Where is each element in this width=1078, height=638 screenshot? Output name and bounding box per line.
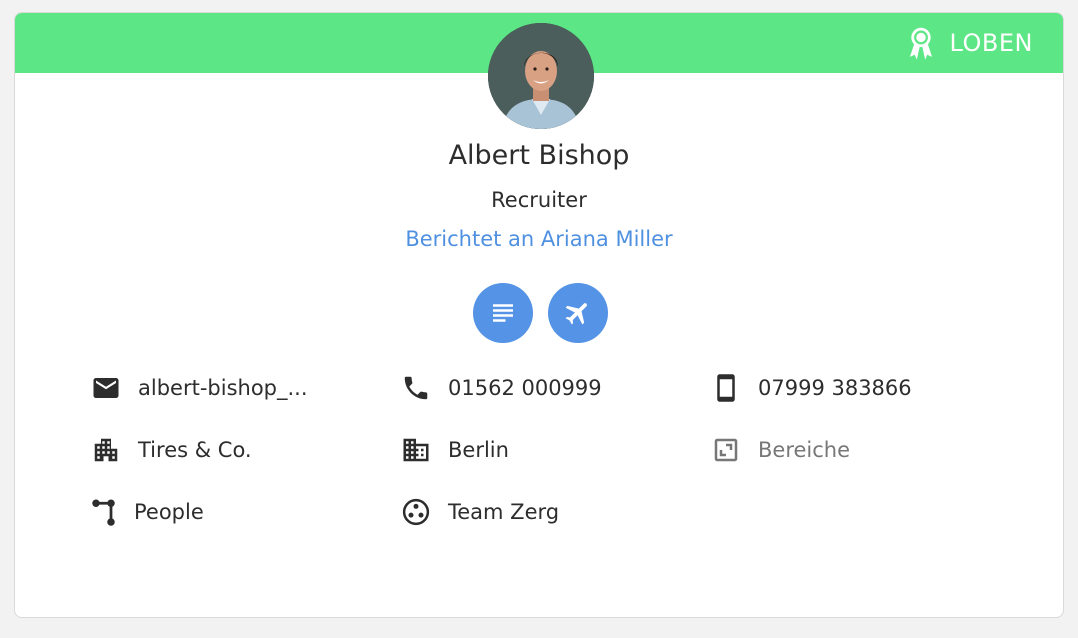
department-value: People	[134, 500, 204, 524]
department-item: People	[90, 495, 204, 529]
company-value: Tires & Co.	[138, 438, 252, 462]
avatar	[488, 23, 594, 129]
notes-icon	[493, 304, 513, 322]
absence-button[interactable]	[548, 283, 608, 343]
phone-item[interactable]: 01562 000999	[400, 371, 602, 405]
team-value: Team Zerg	[448, 500, 560, 524]
expand-area-icon	[710, 434, 742, 466]
email-value: albert-bishop_...	[138, 376, 308, 400]
phone-value: 01562 000999	[448, 376, 602, 400]
smartphone-icon	[710, 372, 742, 404]
employee-name: Albert Bishop	[448, 140, 630, 171]
praise-button[interactable]: LOBEN	[904, 23, 1034, 63]
areas-value: Bereiche	[758, 438, 851, 462]
location-value: Berlin	[448, 438, 509, 462]
team-icon	[400, 496, 432, 528]
airplane-icon	[565, 303, 587, 325]
praise-label: LOBEN	[949, 29, 1033, 57]
profile-card: LOBEN Albert Bishop Recruiter Berichtet …	[14, 12, 1064, 618]
org-structure-icon	[90, 496, 122, 528]
reports-to-link[interactable]: Berichtet an Ariana Miller	[405, 227, 672, 251]
building-icon	[90, 434, 122, 466]
company-item: Tires & Co.	[90, 433, 252, 467]
email-icon	[90, 372, 122, 404]
mobile-value: 07999 383866	[758, 376, 912, 400]
team-item: Team Zerg	[400, 495, 559, 529]
areas-item[interactable]: Bereiche	[710, 433, 850, 467]
reports-to: Berichtet an Ariana Miller	[15, 227, 1063, 251]
phone-icon	[400, 372, 432, 404]
employee-role: Recruiter	[491, 188, 587, 212]
email-item[interactable]: albert-bishop_...	[90, 371, 308, 405]
notes-button[interactable]	[473, 283, 533, 343]
award-icon	[909, 27, 932, 60]
location-item: Berlin	[400, 433, 509, 467]
mobile-item[interactable]: 07999 383866	[710, 371, 912, 405]
location-building-icon	[400, 434, 432, 466]
